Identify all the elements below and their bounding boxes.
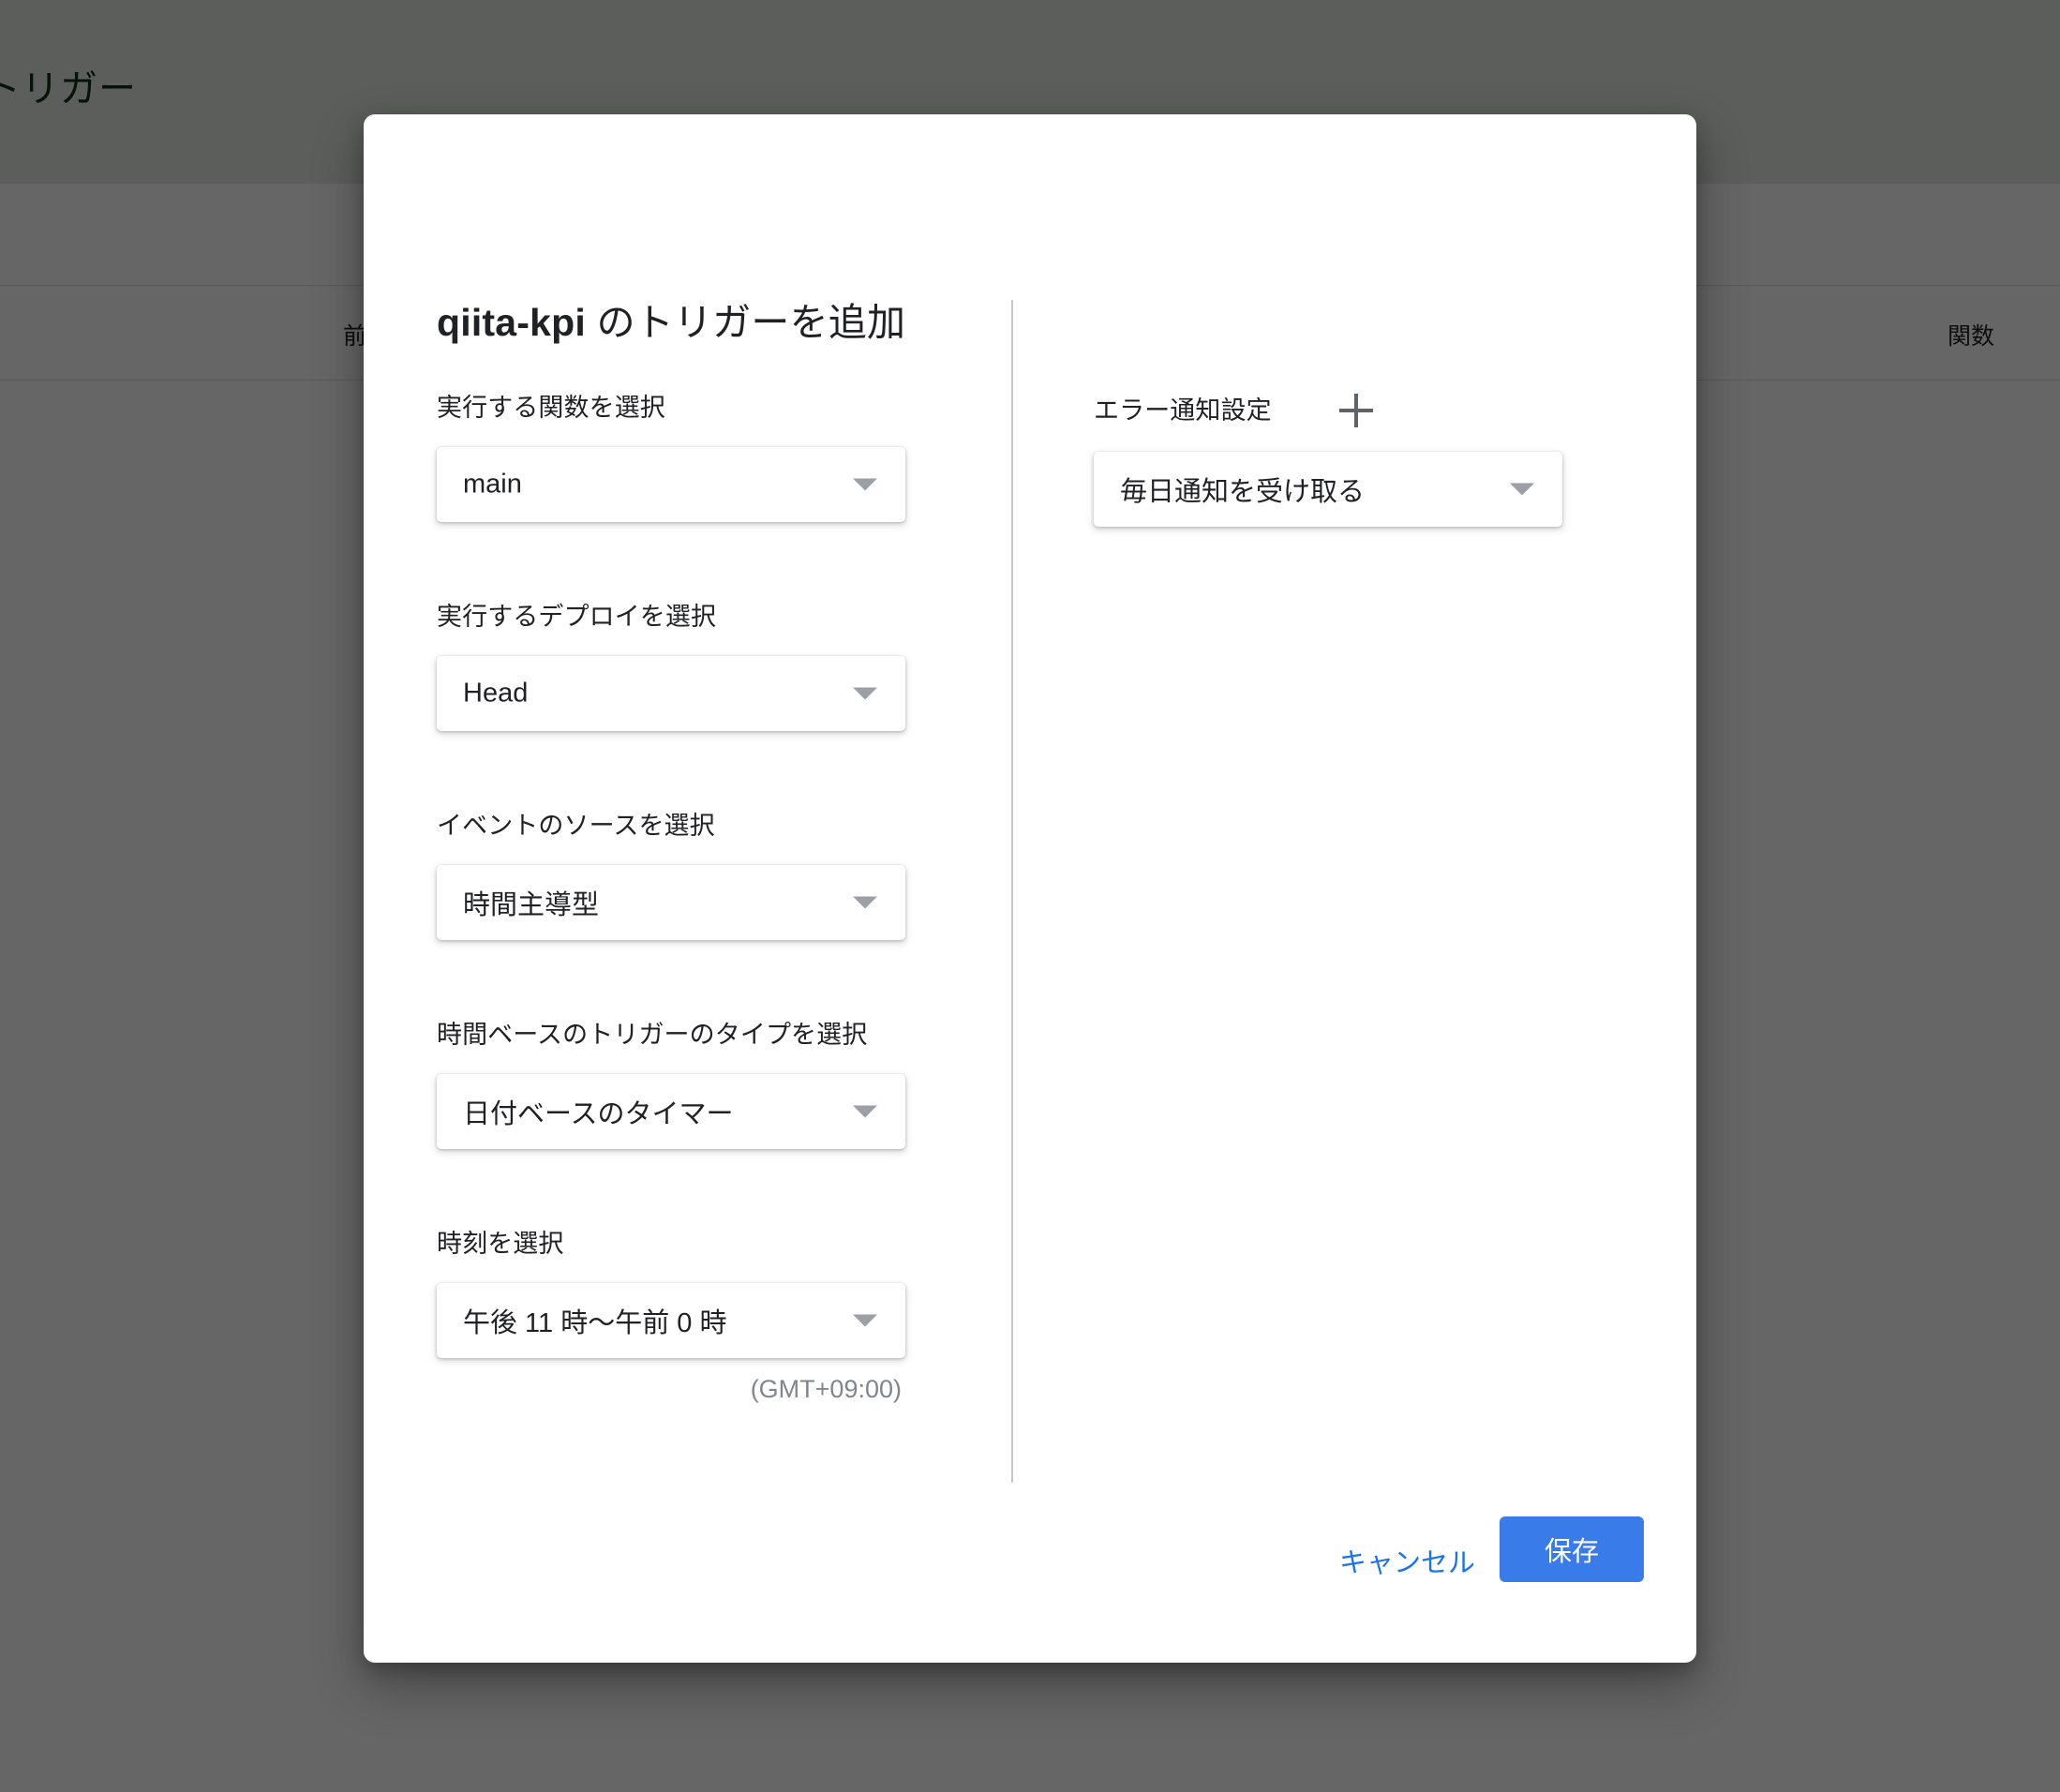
chevron-down-icon xyxy=(853,1314,877,1327)
select-error-notification[interactable]: 毎日通知を受け取る xyxy=(1094,452,1562,527)
plus-icon[interactable] xyxy=(1336,390,1377,431)
field-label-event-source: イベントのソースを選択 xyxy=(437,812,715,840)
select-function-value: main xyxy=(463,469,522,500)
field-function: 実行する関数を選択 main xyxy=(437,396,962,522)
select-time-of-day[interactable]: 午後 11 時〜午前 0 時 xyxy=(437,1283,905,1358)
select-timer-type[interactable]: 日付ベースのタイマー xyxy=(437,1074,905,1149)
select-error-notification-value: 毎日通知を受け取る xyxy=(1120,477,1366,507)
select-deployment-value: Head xyxy=(463,678,529,709)
select-event-source[interactable]: 時間主導型 xyxy=(437,865,905,940)
chevron-down-icon xyxy=(853,687,877,700)
left-column: 実行する関数を選択 main 実行するデプロイを選択 Head イベントのソース… xyxy=(437,396,962,1404)
field-error-notification: エラー通知設定 毎日通知を受け取る xyxy=(1094,394,1619,527)
screen: トリガー 前 関数 。 qiita-kpi のトリガーを追加 実行する関数を選択… xyxy=(0,0,2060,1792)
dialog-title: qiita-kpi のトリガーを追加 xyxy=(437,291,905,347)
select-function[interactable]: main xyxy=(437,447,905,522)
chevron-down-icon xyxy=(853,896,877,909)
chevron-down-icon xyxy=(853,478,877,491)
chevron-down-icon xyxy=(853,1105,877,1118)
select-time-of-day-value: 午後 11 時〜午前 0 時 xyxy=(463,1308,727,1338)
error-notification-header: エラー通知設定 xyxy=(1094,394,1619,427)
field-label-timer-type: 時間ベースのトリガーのタイプを選択 xyxy=(437,1021,868,1049)
field-event-source: イベントのソースを選択 時間主導型 xyxy=(437,814,962,940)
cancel-button[interactable]: キャンセル xyxy=(1322,1526,1492,1595)
field-label-time-of-day: 時刻を選択 xyxy=(437,1230,564,1258)
field-timer-type: 時間ベースのトリガーのタイプを選択 日付ベースのタイマー xyxy=(437,1023,962,1149)
right-column: エラー通知設定 毎日通知を受け取る xyxy=(1094,394,1619,527)
field-deployment: 実行するデプロイを選択 Head xyxy=(437,605,962,731)
add-trigger-dialog: qiita-kpi のトリガーを追加 実行する関数を選択 main 実行するデプ… xyxy=(364,114,1696,1663)
column-divider xyxy=(1011,300,1013,1483)
field-label-function: 実行する関数を選択 xyxy=(437,394,665,422)
dialog-title-suffix: のトリガーを追加 xyxy=(585,301,906,344)
field-label-error-notification: エラー通知設定 xyxy=(1094,396,1272,425)
dialog-title-app-name: qiita-kpi xyxy=(437,301,586,344)
field-label-deployment: 実行するデプロイを選択 xyxy=(437,603,717,631)
select-event-source-value: 時間主導型 xyxy=(463,890,600,920)
field-time-of-day: 時刻を選択 午後 11 時〜午前 0 時 (GMT+09:00) xyxy=(437,1232,962,1404)
timezone-note: (GMT+09:00) xyxy=(750,1375,902,1403)
select-timer-type-value: 日付ベースのタイマー xyxy=(463,1099,734,1129)
chevron-down-icon xyxy=(1510,483,1534,496)
save-button[interactable]: 保存 xyxy=(1500,1516,1644,1582)
dialog-footer: キャンセル 保存 xyxy=(364,1475,1696,1663)
select-deployment[interactable]: Head xyxy=(437,656,905,731)
